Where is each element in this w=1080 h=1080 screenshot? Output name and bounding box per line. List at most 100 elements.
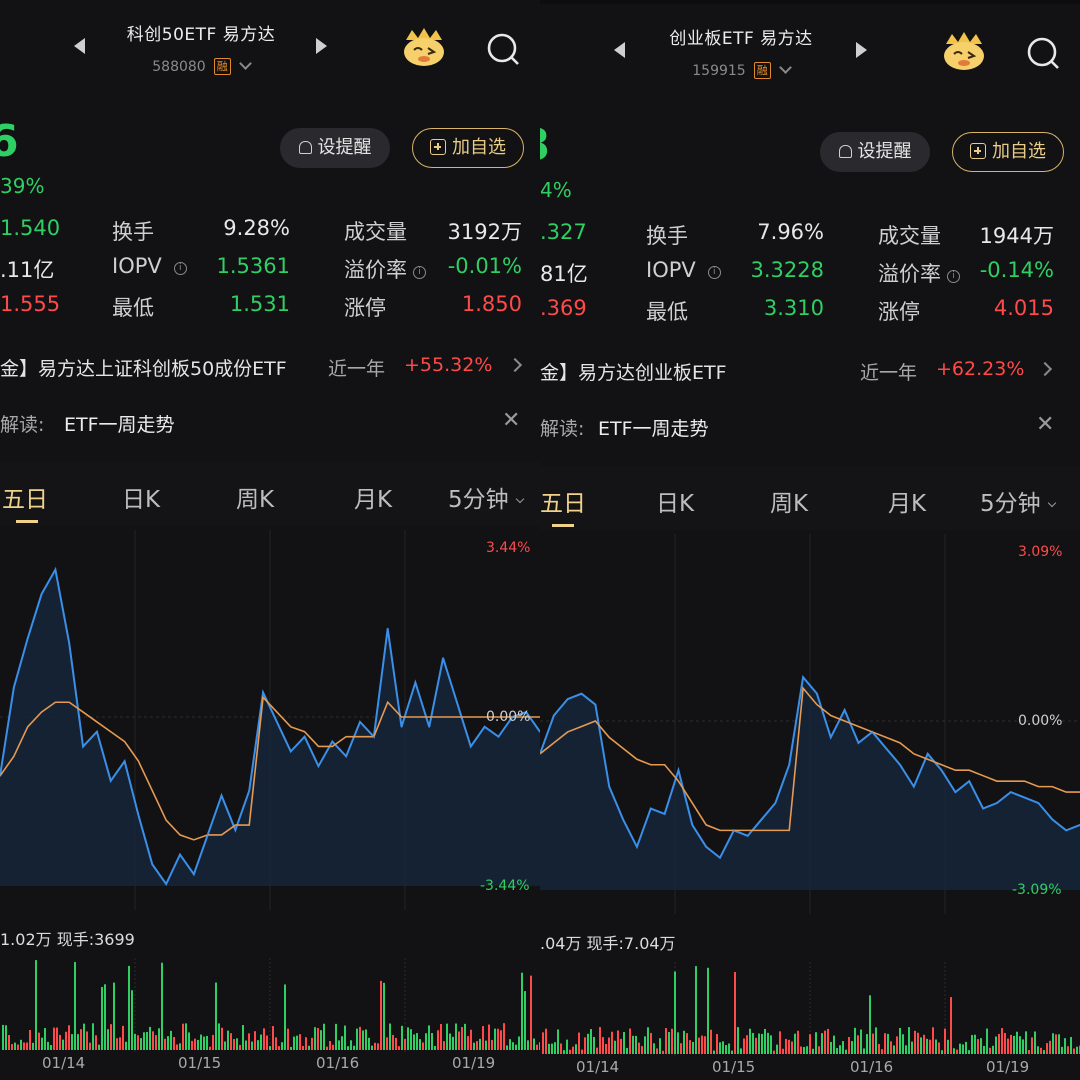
info-icon[interactable]: i xyxy=(413,266,426,279)
info-icon[interactable]: i xyxy=(707,266,721,279)
fund-link-row[interactable]: 金】易方达上证科创板50成份ETF 近一年 +55.32% xyxy=(0,346,540,386)
tab-month-k[interactable]: 月K xyxy=(354,480,392,514)
set-alert-button[interactable]: 设提醒 xyxy=(820,132,930,172)
tab-week-k[interactable]: 周K xyxy=(236,480,274,514)
chevron-down-icon[interactable] xyxy=(238,57,252,70)
security-title[interactable]: 创业板ETF 易方达 xyxy=(636,24,846,49)
volume-bar xyxy=(266,1035,268,1050)
price-point xyxy=(456,701,458,704)
date-label: 01/14 xyxy=(576,1058,620,1076)
tab-five-day[interactable]: 五日 xyxy=(2,480,48,514)
set-alert-button[interactable]: 设提醒 xyxy=(280,128,390,168)
volume-bar xyxy=(200,1034,202,1050)
price-point xyxy=(193,873,195,876)
volume-bar xyxy=(1025,1031,1027,1054)
volume-bar xyxy=(230,1033,232,1050)
volume-bar xyxy=(83,1023,85,1050)
volume-bar xyxy=(920,1037,922,1054)
tab-week-k[interactable]: 周K xyxy=(770,484,808,518)
next-arrow-icon[interactable] xyxy=(316,38,327,54)
tab-month-k[interactable]: 月K xyxy=(888,484,926,518)
iopv-value: 3.3228 xyxy=(750,258,824,282)
mascot-icon[interactable] xyxy=(400,26,448,68)
premium-label[interactable]: 溢价率 i xyxy=(344,254,426,284)
volume-bar xyxy=(566,1039,568,1054)
intraday-chart[interactable] xyxy=(540,534,1080,914)
prev-arrow-icon[interactable] xyxy=(614,42,625,58)
iopv-label[interactable]: IOPV i xyxy=(112,254,187,278)
volume-bar xyxy=(284,984,286,1050)
price-point xyxy=(816,692,818,695)
chevron-down-icon[interactable] xyxy=(778,61,792,74)
volume-bar xyxy=(671,1028,673,1054)
premium-label[interactable]: 溢价率 i xyxy=(878,258,960,288)
volume-bar xyxy=(908,1027,910,1054)
info-icon[interactable]: i xyxy=(173,262,187,275)
add-watchlist-button[interactable]: 加自选 xyxy=(412,128,524,168)
price-point xyxy=(123,760,126,763)
tab-five-day[interactable]: 五日 xyxy=(540,484,586,518)
info-icon[interactable]: i xyxy=(947,270,960,283)
volume-bar xyxy=(578,1032,580,1054)
price-point xyxy=(677,769,680,772)
search-icon[interactable] xyxy=(1026,36,1060,70)
insight-row[interactable]: 解读: ETF一周走势 ✕ xyxy=(0,400,540,444)
iopv-label-text: IOPV xyxy=(646,258,696,282)
volume-bar xyxy=(803,1047,805,1054)
next-arrow-icon[interactable] xyxy=(856,42,867,58)
mascot-icon[interactable] xyxy=(940,30,988,72)
security-code-row[interactable]: 588080 融 xyxy=(96,57,306,75)
volume-bar xyxy=(386,1037,388,1050)
volume-bar xyxy=(899,1027,901,1054)
tab-five-minute[interactable]: 5分钟 xyxy=(448,480,524,514)
volume-bar xyxy=(1073,1048,1075,1054)
insight-row[interactable]: 解读: ETF一周走势 ✕ xyxy=(540,404,1080,448)
volume-bar xyxy=(806,1046,808,1054)
volume-bar xyxy=(1001,1028,1003,1054)
volume-bar xyxy=(314,1027,316,1050)
volume-bar xyxy=(164,1038,166,1050)
plus-box-icon xyxy=(430,139,446,155)
volume-bar xyxy=(629,1028,631,1054)
volume-bar xyxy=(302,1045,304,1050)
volume-bar xyxy=(593,1036,595,1054)
intraday-chart[interactable] xyxy=(0,530,540,910)
volume-bar xyxy=(875,1027,877,1054)
fund-link-row[interactable]: 金】易方达创业板ETF 近一年 +62.23% xyxy=(540,350,1080,390)
volume-bar xyxy=(1037,1046,1039,1054)
add-watchlist-button[interactable]: 加自选 xyxy=(952,132,1064,172)
volume-bar xyxy=(434,1045,436,1050)
prev-arrow-icon[interactable] xyxy=(74,38,85,54)
close-icon[interactable]: ✕ xyxy=(1036,412,1054,437)
volume-bar xyxy=(1070,1037,1072,1054)
volume-bar xyxy=(5,1025,7,1050)
volume-bar xyxy=(488,1024,490,1050)
price-point xyxy=(220,794,223,797)
volume-bar xyxy=(851,1041,853,1054)
search-icon[interactable] xyxy=(486,32,520,66)
tab-day-k[interactable]: 日K xyxy=(656,484,694,518)
volume-chart[interactable] xyxy=(0,958,540,1052)
volume-bar xyxy=(467,1036,469,1050)
volume-bar xyxy=(974,1034,976,1054)
tab-five-minute[interactable]: 5分钟 xyxy=(980,484,1056,518)
volume-bar xyxy=(491,1039,493,1050)
close-icon[interactable]: ✕ xyxy=(502,408,520,433)
security-title[interactable]: 科创50ETF 易方达 xyxy=(96,20,306,45)
security-code-row[interactable]: 159915 融 xyxy=(636,61,846,79)
volume-bar xyxy=(836,1048,838,1054)
date-label: 01/15 xyxy=(712,1058,756,1076)
tab-day-k[interactable]: 日K xyxy=(122,480,160,514)
volume-bar xyxy=(338,1040,340,1050)
volume-bar xyxy=(326,1046,328,1050)
volume-bar xyxy=(890,1041,892,1054)
price-point xyxy=(691,824,694,826)
iopv-label[interactable]: IOPV i xyxy=(646,258,721,282)
volume-bar xyxy=(998,1033,1000,1054)
volume-bar xyxy=(701,1035,703,1054)
volume-chart[interactable] xyxy=(540,962,1080,1056)
limit-up-label: 涨停 xyxy=(878,300,920,324)
volume-bar xyxy=(182,1023,184,1050)
volume-bar xyxy=(950,997,952,1054)
security-code: 159915 xyxy=(692,63,746,79)
